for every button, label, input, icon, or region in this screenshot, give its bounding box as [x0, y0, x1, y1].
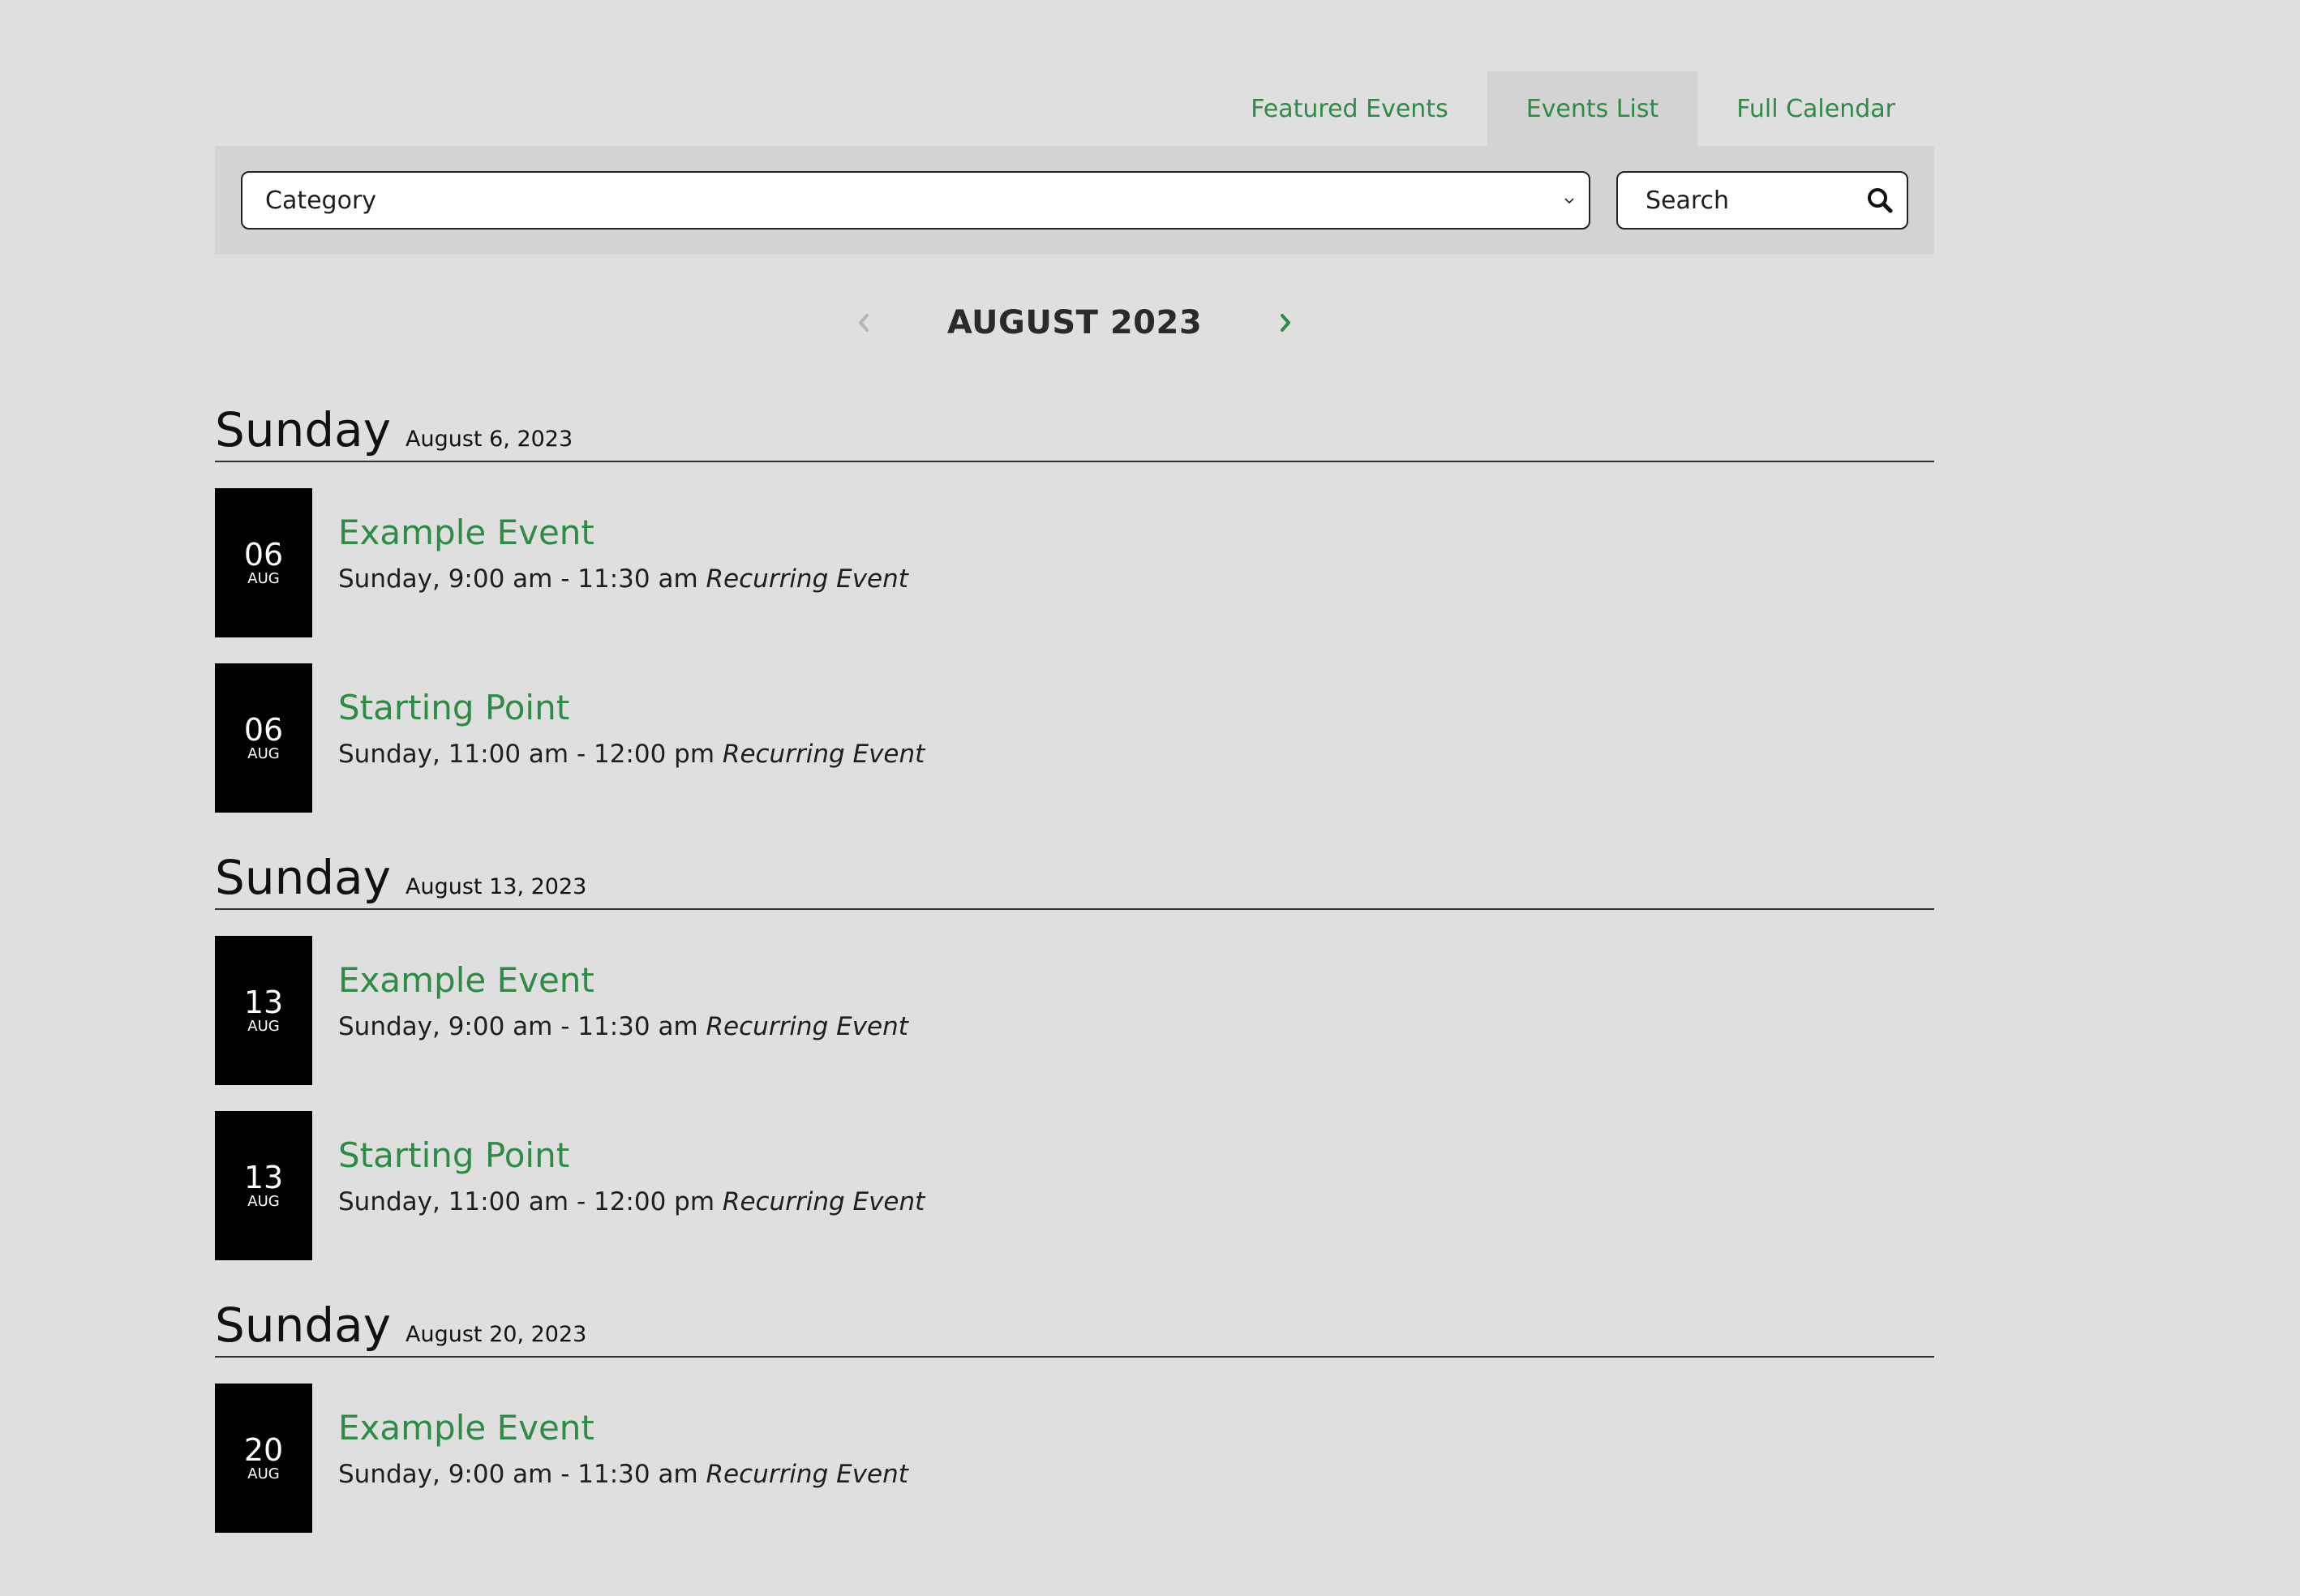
day-header: Sunday August 20, 2023	[215, 1286, 1934, 1358]
date-badge: 06 AUG	[215, 663, 312, 813]
recurring-label: Recurring Event	[706, 1460, 908, 1489]
date-badge-month: AUG	[247, 570, 280, 587]
recurring-label: Recurring Event	[706, 564, 908, 594]
event-time-text: Sunday, 11:00 am - 12:00 pm	[338, 740, 715, 769]
search-box	[1616, 171, 1908, 230]
date-badge: 13 AUG	[215, 936, 312, 1085]
chevron-right-icon	[1281, 314, 1290, 332]
event-title-link[interactable]: Example Event	[338, 513, 908, 553]
event-time: Sunday, 11:00 am - 12:00 pm Recurring Ev…	[338, 1187, 925, 1216]
search-input[interactable]	[1644, 185, 1842, 216]
event-item: 13 AUG Example Event Sunday, 9:00 am - 1…	[215, 936, 1934, 1085]
event-time: Sunday, 9:00 am - 11:30 am Recurring Eve…	[338, 564, 908, 594]
event-title-link[interactable]: Example Event	[338, 960, 908, 1001]
event-time: Sunday, 9:00 am - 11:30 am Recurring Eve…	[338, 1012, 908, 1041]
event-info: Example Event Sunday, 9:00 am - 11:30 am…	[312, 936, 908, 1085]
recurring-label: Recurring Event	[706, 1012, 908, 1041]
search-icon[interactable]	[1866, 187, 1894, 214]
chevron-down-icon	[1564, 198, 1574, 204]
event-time-text: Sunday, 9:00 am - 11:30 am	[338, 564, 698, 594]
date-badge-day: 06	[243, 537, 284, 573]
day-group: Sunday August 6, 2023 06 AUG Example Eve…	[215, 391, 1934, 813]
event-time-text: Sunday, 11:00 am - 12:00 pm	[338, 1187, 715, 1216]
event-item: 06 AUG Example Event Sunday, 9:00 am - 1…	[215, 488, 1934, 637]
month-navigation: AUGUST 2023	[215, 255, 1934, 391]
event-item: 13 AUG Starting Point Sunday, 11:00 am -…	[215, 1111, 1934, 1260]
tab-events-list[interactable]: Events List	[1487, 71, 1698, 146]
date-badge-month: AUG	[247, 745, 280, 762]
event-title-link[interactable]: Example Event	[338, 1408, 908, 1448]
prev-month-button[interactable]	[847, 307, 880, 339]
day-name: Sunday	[215, 1298, 392, 1353]
date-badge: 13 AUG	[215, 1111, 312, 1260]
recurring-label: Recurring Event	[722, 1187, 925, 1216]
chevron-left-icon	[859, 314, 869, 332]
day-date: August 13, 2023	[406, 874, 587, 899]
day-group: Sunday August 20, 2023 20 AUG Example Ev…	[215, 1286, 1934, 1533]
event-info: Starting Point Sunday, 11:00 am - 12:00 …	[312, 663, 925, 813]
filter-bar: Category	[215, 146, 1934, 255]
event-title-link[interactable]: Starting Point	[338, 688, 925, 728]
month-title: AUGUST 2023	[946, 304, 1203, 341]
tab-featured-events[interactable]: Featured Events	[1212, 71, 1487, 146]
event-info: Starting Point Sunday, 11:00 am - 12:00 …	[312, 1111, 925, 1260]
event-info: Example Event Sunday, 9:00 am - 11:30 am…	[312, 488, 908, 637]
category-select[interactable]: Category	[241, 171, 1590, 230]
event-time: Sunday, 11:00 am - 12:00 pm Recurring Ev…	[338, 740, 925, 769]
date-badge-day: 06	[243, 712, 284, 748]
events-widget: Featured Events Events List Full Calenda…	[215, 71, 1934, 1559]
event-list: 06 AUG Example Event Sunday, 9:00 am - 1…	[215, 462, 1934, 813]
day-header: Sunday August 13, 2023	[215, 839, 1934, 910]
event-info: Example Event Sunday, 9:00 am - 11:30 am…	[312, 1384, 908, 1533]
day-date: August 20, 2023	[406, 1322, 587, 1347]
date-badge-month: AUG	[247, 1193, 280, 1210]
event-time: Sunday, 9:00 am - 11:30 am Recurring Eve…	[338, 1460, 908, 1489]
date-badge: 06 AUG	[215, 488, 312, 637]
event-list: 13 AUG Example Event Sunday, 9:00 am - 1…	[215, 910, 1934, 1260]
event-time-text: Sunday, 9:00 am - 11:30 am	[338, 1460, 698, 1489]
day-name: Sunday	[215, 850, 392, 905]
event-list: 20 AUG Example Event Sunday, 9:00 am - 1…	[215, 1358, 1934, 1533]
day-name: Sunday	[215, 402, 392, 457]
date-badge-day: 13	[243, 1160, 284, 1195]
date-badge: 20 AUG	[215, 1384, 312, 1533]
date-badge-day: 13	[243, 985, 284, 1020]
date-badge-day: 20	[243, 1432, 284, 1468]
day-date: August 6, 2023	[406, 427, 573, 452]
date-badge-month: AUG	[247, 1465, 280, 1482]
event-item: 06 AUG Starting Point Sunday, 11:00 am -…	[215, 663, 1934, 813]
day-header: Sunday August 6, 2023	[215, 391, 1934, 462]
view-tabs: Featured Events Events List Full Calenda…	[215, 71, 1934, 146]
category-select-value: Category	[265, 186, 377, 215]
event-item: 20 AUG Example Event Sunday, 9:00 am - 1…	[215, 1384, 1934, 1533]
event-time-text: Sunday, 9:00 am - 11:30 am	[338, 1012, 698, 1041]
tab-full-calendar[interactable]: Full Calendar	[1697, 71, 1934, 146]
event-title-link[interactable]: Starting Point	[338, 1135, 925, 1176]
recurring-label: Recurring Event	[722, 740, 925, 769]
next-month-button[interactable]	[1269, 307, 1302, 339]
date-badge-month: AUG	[247, 1018, 280, 1035]
day-group: Sunday August 13, 2023 13 AUG Example Ev…	[215, 839, 1934, 1260]
